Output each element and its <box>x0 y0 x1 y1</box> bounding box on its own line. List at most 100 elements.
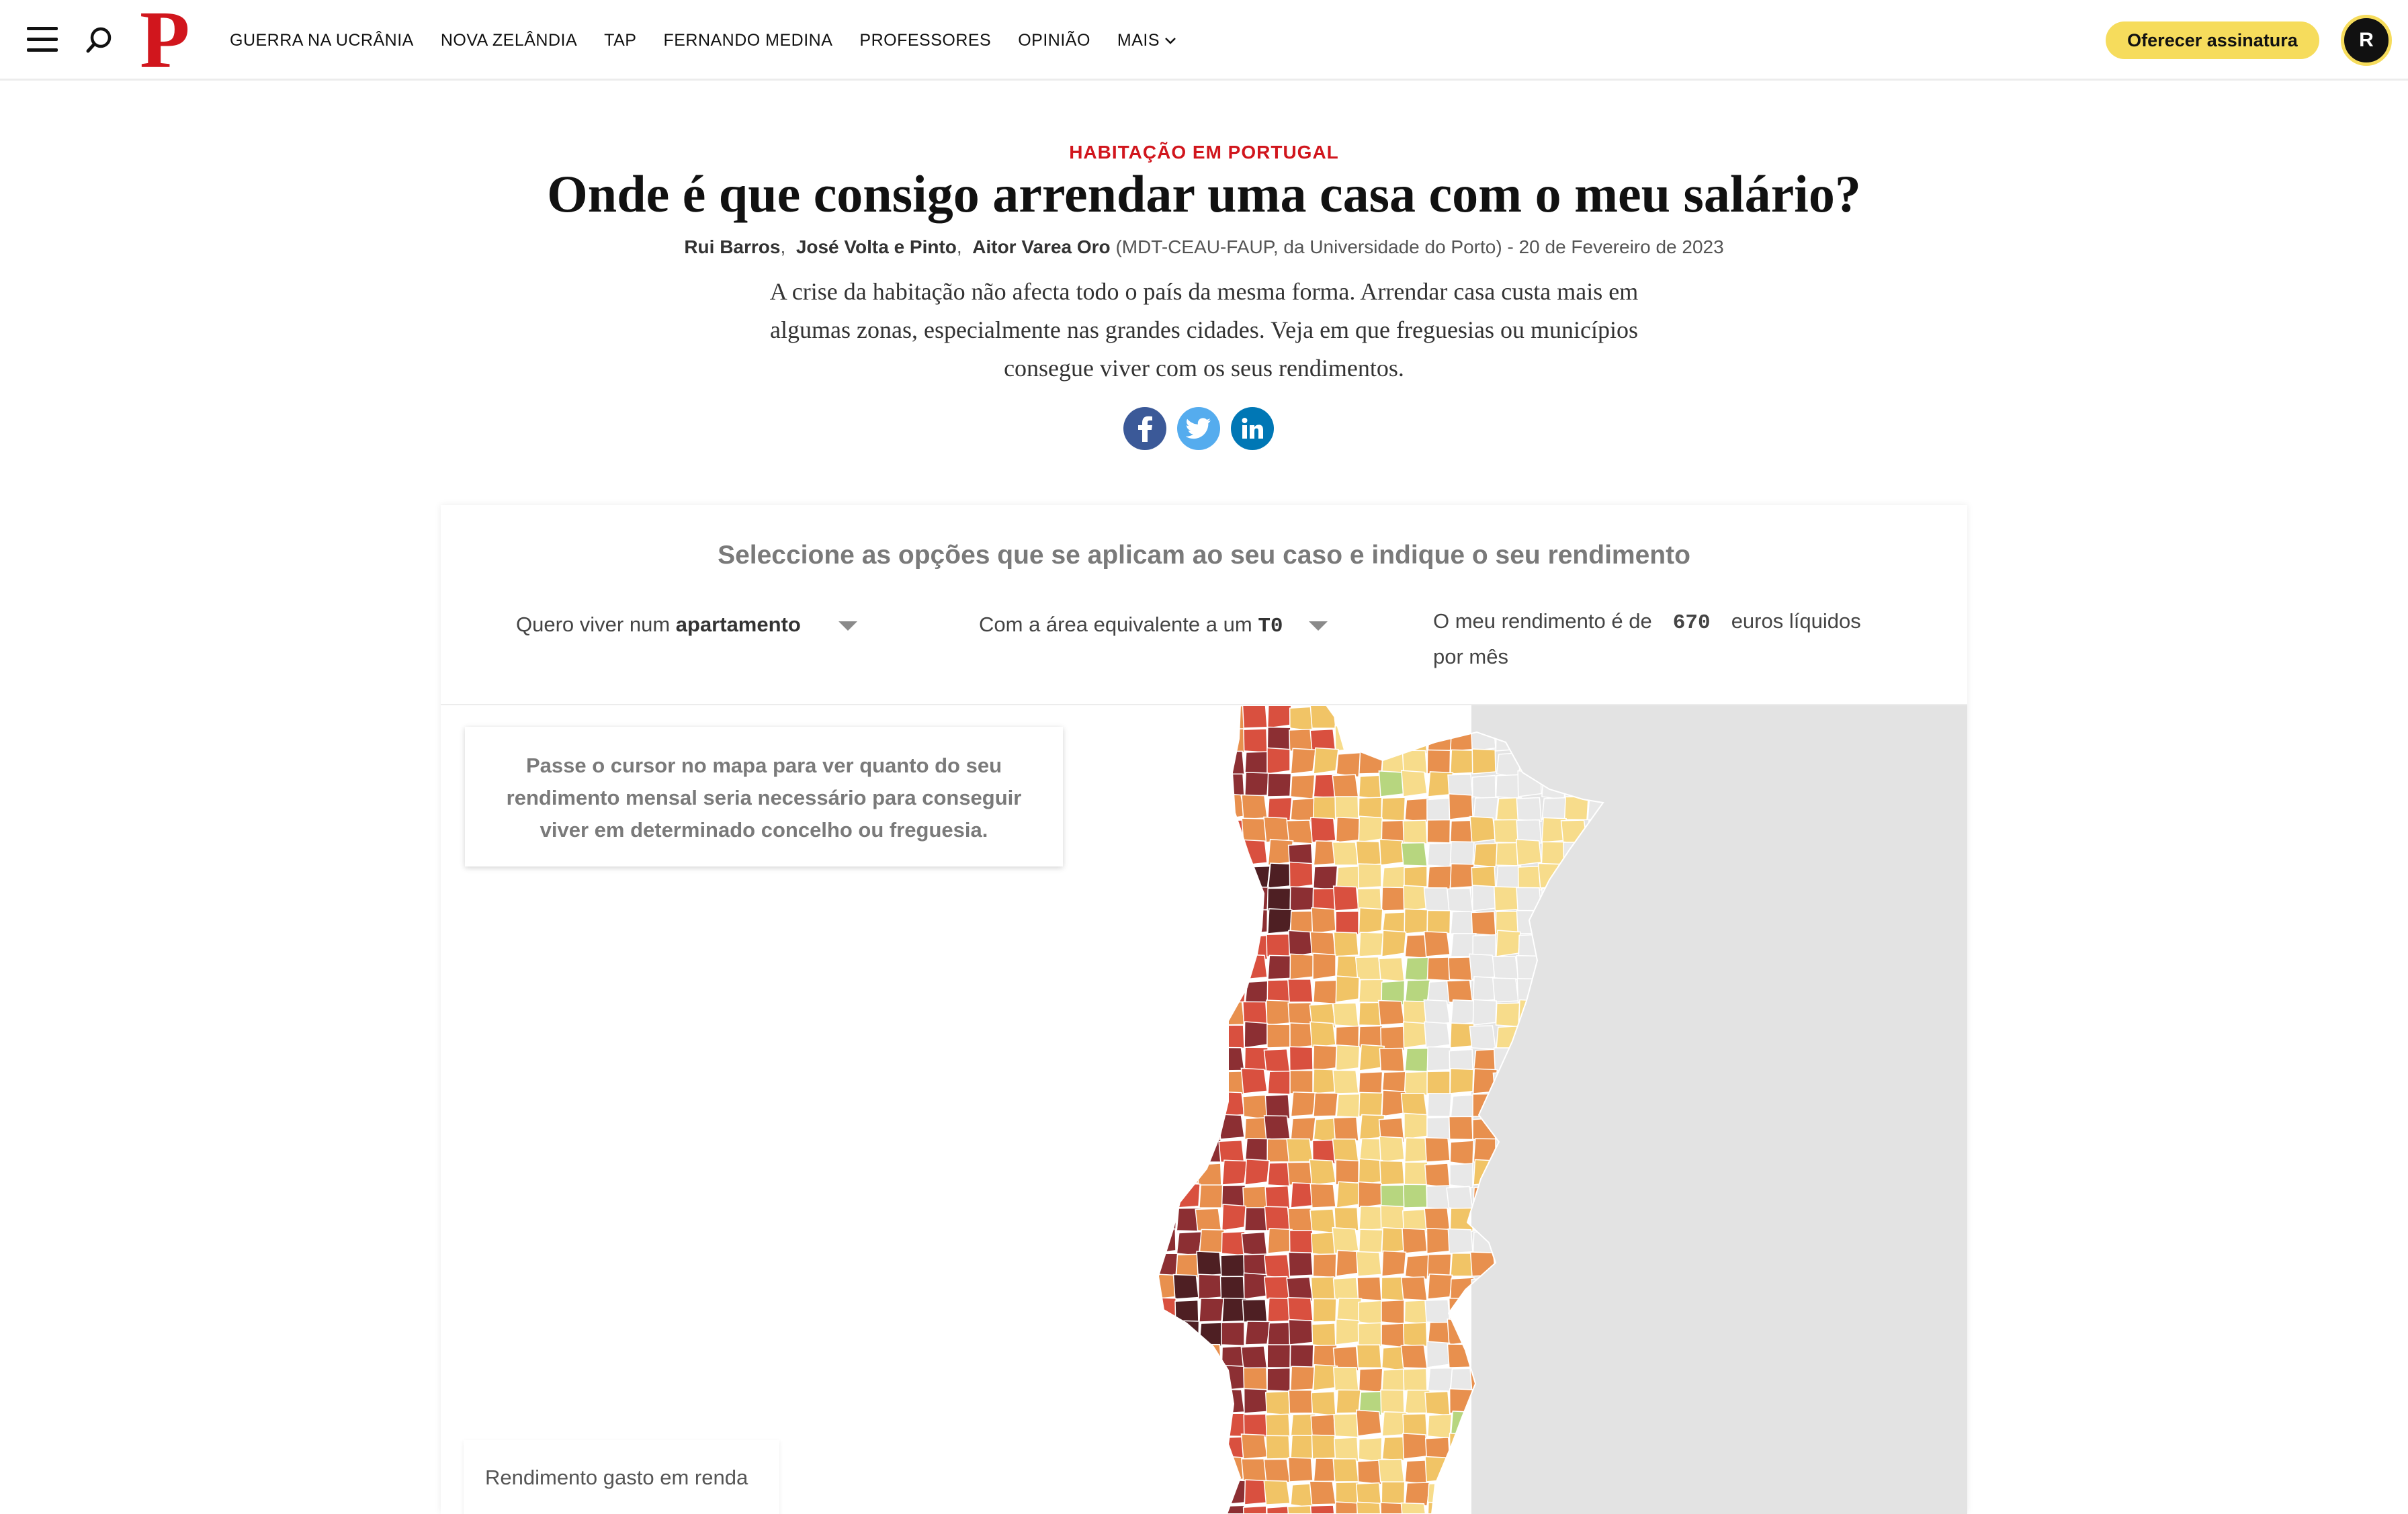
map-region[interactable] <box>1563 1162 1588 1188</box>
map-region[interactable] <box>1264 1206 1291 1231</box>
map-region[interactable] <box>1287 1001 1314 1027</box>
map-region[interactable] <box>1587 1368 1612 1394</box>
map-region[interactable] <box>1332 1458 1359 1482</box>
map-region[interactable] <box>1358 1181 1382 1208</box>
map-region[interactable] <box>1426 749 1451 774</box>
map-region[interactable] <box>1174 933 1199 959</box>
map-region[interactable] <box>1309 1021 1336 1049</box>
nav-link-opiniao[interactable]: OPINIÃO <box>1018 31 1090 50</box>
map-region[interactable] <box>1243 1367 1268 1392</box>
map-region[interactable] <box>1427 865 1453 891</box>
map-region[interactable] <box>1539 1435 1565 1460</box>
map-region[interactable] <box>1335 1319 1360 1345</box>
map-region[interactable] <box>1199 866 1225 891</box>
map-region[interactable] <box>1518 1480 1543 1505</box>
map-region[interactable] <box>1153 1138 1177 1163</box>
map-region[interactable] <box>1541 1390 1565 1415</box>
map-region[interactable] <box>1266 726 1291 752</box>
map-region[interactable] <box>1152 862 1176 889</box>
map-region[interactable] <box>1473 1345 1500 1372</box>
map-region[interactable] <box>1495 1410 1519 1437</box>
map-region[interactable] <box>1402 819 1428 844</box>
map-region[interactable] <box>1381 1481 1406 1505</box>
map-region[interactable] <box>1263 1115 1291 1140</box>
map-region[interactable] <box>1450 933 1477 957</box>
map-region[interactable] <box>1449 841 1475 866</box>
map-region[interactable] <box>1493 1183 1519 1208</box>
map-region[interactable] <box>1541 1274 1568 1300</box>
map-region[interactable] <box>1518 1409 1543 1437</box>
map-region[interactable] <box>1541 1504 1565 1514</box>
map-region[interactable] <box>1450 1094 1477 1120</box>
map-region[interactable] <box>1403 1184 1428 1208</box>
map-region[interactable] <box>1404 1299 1428 1325</box>
map-region[interactable] <box>1356 1501 1382 1514</box>
map-region[interactable] <box>1221 885 1245 911</box>
map-region[interactable] <box>1540 1478 1565 1505</box>
map-region[interactable] <box>1537 1023 1565 1049</box>
map-region[interactable] <box>1492 977 1519 1003</box>
facebook-icon[interactable] <box>1123 407 1166 450</box>
map-region[interactable] <box>1584 773 1610 798</box>
map-region[interactable] <box>1154 747 1180 774</box>
map-region[interactable] <box>1470 1501 1496 1514</box>
map-region[interactable] <box>1241 817 1268 843</box>
map-region[interactable] <box>1218 1091 1245 1117</box>
map-region[interactable] <box>1220 1253 1245 1280</box>
map-region[interactable] <box>1401 705 1428 729</box>
map-region[interactable] <box>1312 1253 1337 1278</box>
map-region[interactable] <box>1402 1433 1428 1460</box>
map-region[interactable] <box>1241 794 1268 820</box>
map-region[interactable] <box>1563 1433 1588 1460</box>
map-region[interactable] <box>1243 728 1268 753</box>
map-region[interactable] <box>1423 887 1451 911</box>
map-region[interactable] <box>1332 1138 1359 1163</box>
map-region[interactable] <box>1404 956 1430 981</box>
map-region[interactable] <box>1244 1158 1271 1186</box>
map-region[interactable] <box>1198 1274 1222 1300</box>
map-region[interactable] <box>1175 1367 1201 1392</box>
map-region[interactable] <box>1563 956 1590 981</box>
map-region[interactable] <box>1427 1413 1453 1439</box>
map-region[interactable] <box>1586 748 1610 774</box>
map-region[interactable] <box>1154 1161 1180 1186</box>
map-region[interactable] <box>1586 1024 1610 1049</box>
map-region[interactable] <box>1564 1482 1590 1509</box>
map-region[interactable] <box>1586 1068 1610 1094</box>
map-region[interactable] <box>1199 1460 1224 1486</box>
map-region[interactable] <box>1561 705 1588 729</box>
map-region[interactable] <box>1447 1318 1473 1345</box>
map-region[interactable] <box>1172 1070 1199 1095</box>
map-region[interactable] <box>1518 1138 1543 1163</box>
linkedin-icon[interactable] <box>1231 407 1274 450</box>
map-region[interactable] <box>1446 1186 1473 1212</box>
map-region[interactable] <box>1518 1208 1544 1234</box>
map-region[interactable] <box>1154 911 1178 937</box>
map-region[interactable] <box>1266 705 1292 729</box>
map-region[interactable] <box>1426 1046 1451 1071</box>
map-region[interactable] <box>1199 1413 1226 1437</box>
map-region[interactable] <box>1199 1386 1224 1414</box>
map-region[interactable] <box>1332 885 1359 911</box>
map-region[interactable] <box>1473 1159 1499 1186</box>
map-region[interactable] <box>1496 1455 1522 1482</box>
map-region[interactable] <box>1309 1505 1336 1514</box>
map-region[interactable] <box>1287 1457 1314 1482</box>
map-region[interactable] <box>1518 1273 1543 1300</box>
map-region[interactable] <box>1176 841 1202 866</box>
map-region[interactable] <box>1378 727 1405 752</box>
map-region[interactable] <box>1195 1433 1222 1460</box>
map-region[interactable] <box>1174 1433 1199 1460</box>
map-region[interactable] <box>1516 1345 1542 1371</box>
map-region[interactable] <box>1379 1047 1405 1072</box>
map-region[interactable] <box>1199 1229 1226 1254</box>
map-region[interactable] <box>1333 1116 1359 1142</box>
map-region[interactable] <box>1265 1435 1291 1460</box>
map-region[interactable] <box>1564 1411 1590 1437</box>
map-region[interactable] <box>1448 1116 1473 1141</box>
author-link[interactable]: José Volta e Pinto <box>796 236 957 257</box>
map-region[interactable] <box>1152 979 1176 1004</box>
map-region[interactable] <box>1153 1345 1176 1372</box>
map-region[interactable] <box>1336 1181 1363 1208</box>
map-region[interactable] <box>1423 999 1451 1026</box>
